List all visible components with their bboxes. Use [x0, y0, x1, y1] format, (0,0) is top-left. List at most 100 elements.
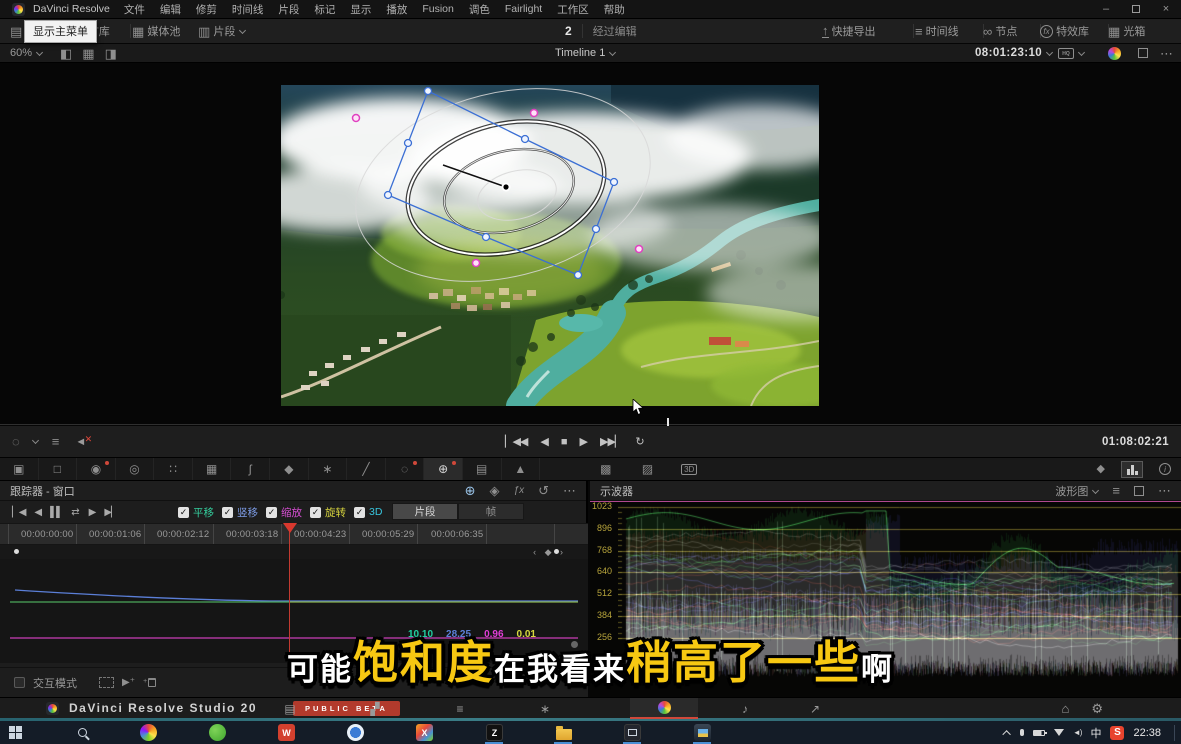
file-explorer-icon[interactable]: [555, 724, 572, 741]
page-media-button[interactable]: ▤: [275, 698, 305, 719]
record-timecode[interactable]: 01:08:02:21: [1102, 436, 1169, 448]
magic-mask-button[interactable]: ▤: [463, 458, 502, 480]
keyframe-track[interactable]: ‹ ◆ ›: [0, 545, 588, 559]
ime-indicator[interactable]: 中: [1090, 725, 1101, 741]
tracker-target-icon[interactable]: ⊕: [465, 484, 476, 497]
track-type-checkbox[interactable]: ✓ 竖移: [222, 505, 258, 520]
page-color-button[interactable]: [630, 698, 698, 719]
go-to-end-button[interactable]: ▶▶▏: [600, 435, 622, 448]
microphone-icon[interactable]: [1020, 729, 1024, 736]
proxy-quality-button[interactable]: HQ: [1058, 44, 1084, 62]
photo-viewer-icon[interactable]: [694, 724, 711, 741]
key-button[interactable]: ▩: [585, 458, 627, 480]
go-to-start-button[interactable]: ▏◀◀: [505, 435, 527, 448]
info-button[interactable]: i: [1159, 463, 1171, 475]
viewer-options-button[interactable]: ⋯: [1160, 44, 1173, 62]
scope-mode-select[interactable]: 波形图: [1055, 483, 1098, 499]
menu-item[interactable]: 工作区: [557, 2, 589, 17]
stop-button[interactable]: ■: [561, 436, 567, 448]
menu-item[interactable]: 时间线: [232, 2, 264, 17]
wechat-app-icon[interactable]: [209, 724, 226, 741]
curves-button[interactable]: ʃ: [231, 458, 270, 480]
page-fairlight-button[interactable]: ♪: [730, 698, 760, 719]
color-match-button[interactable]: □: [39, 458, 78, 480]
movies-app-icon[interactable]: [624, 724, 641, 741]
pause-button[interactable]: ▌▌: [50, 507, 62, 518]
qualifier-3d-button[interactable]: ∗: [309, 458, 348, 480]
clips-button[interactable]: ▥ 片段: [198, 19, 245, 43]
close-button[interactable]: ×: [1151, 0, 1181, 19]
power-window-preset-icon[interactable]: ◌: [12, 435, 20, 448]
keyframe-dot[interactable]: [14, 549, 19, 554]
more-icon[interactable]: ⋯: [1158, 484, 1171, 497]
page-cut-button[interactable]: ▞: [360, 698, 390, 719]
track-back-button[interactable]: ◀: [34, 507, 41, 518]
sizing-button[interactable]: ▨: [627, 458, 669, 480]
wifi-icon[interactable]: [1054, 729, 1064, 736]
expand-viewer-button[interactable]: [1138, 44, 1148, 62]
menu-item[interactable]: 编辑: [160, 2, 181, 17]
keyframes-button[interactable]: ◆: [1097, 464, 1105, 475]
track-to-end-button[interactable]: ▶▏: [104, 507, 117, 518]
rgb-mixer-button[interactable]: ∷: [154, 458, 193, 480]
scope-settings-icon[interactable]: ≡: [1112, 484, 1120, 497]
menu-item[interactable]: 标记: [314, 2, 335, 17]
menu-item[interactable]: Fairlight: [505, 3, 542, 15]
menu-item[interactable]: 显示: [350, 2, 371, 17]
page-edit-button[interactable]: ≡: [445, 698, 475, 719]
motion-effects-button[interactable]: ▦: [193, 458, 232, 480]
show-desktop-button[interactable]: [1174, 725, 1175, 741]
tab-clip[interactable]: 片段: [392, 503, 458, 520]
fx-tracker-icon[interactable]: ƒx: [514, 486, 525, 496]
wps-app-icon[interactable]: W: [278, 724, 295, 741]
more-icon[interactable]: ⋯: [563, 484, 576, 497]
video-frame[interactable]: [281, 85, 819, 406]
track-type-checkbox[interactable]: ✓ 旋转: [310, 505, 346, 520]
menu-item[interactable]: 帮助: [604, 2, 625, 17]
clip-timecode[interactable]: 08:01:23:10: [975, 44, 1052, 62]
photos-app-icon[interactable]: [140, 724, 157, 741]
picker-button[interactable]: ╱: [347, 458, 386, 480]
start-button[interactable]: [9, 726, 22, 739]
keyframe-nav[interactable]: ‹ ◆ ›: [533, 547, 566, 558]
menu-item[interactable]: 修剪: [196, 2, 217, 17]
track-bidirectional-button[interactable]: ⇄: [71, 507, 79, 518]
home-button[interactable]: ⌂: [1061, 701, 1069, 716]
expand-icon[interactable]: [1134, 486, 1144, 496]
mute-button[interactable]: ◄✕: [75, 436, 86, 448]
timeline-select[interactable]: Timeline 1: [555, 44, 615, 62]
xmind-app-icon[interactable]: X: [416, 724, 433, 741]
power-window-overlay[interactable]: [281, 85, 819, 406]
media-pool-button[interactable]: ▦ 媒体池: [132, 19, 180, 43]
browser-app-icon[interactable]: [347, 724, 364, 741]
insert-point-icon[interactable]: ▶⁺: [122, 678, 135, 688]
zoom-select[interactable]: 60%: [10, 44, 42, 62]
power-window-button[interactable]: ◌: [386, 458, 425, 480]
capture-app-icon[interactable]: Z: [486, 724, 503, 741]
timeline-view-button[interactable]: ≡ 时间线: [915, 19, 959, 43]
tray-expand-icon[interactable]: [1002, 730, 1010, 738]
single-viewer-icon[interactable]: ◧: [60, 47, 72, 60]
color-wheels-button[interactable]: ◉: [77, 458, 116, 480]
stereo-3d-button[interactable]: 3D: [668, 458, 710, 480]
page-deliver-button[interactable]: ↗: [800, 698, 830, 719]
loop-button[interactable]: ↻: [635, 435, 644, 448]
quick-export-button[interactable]: ↑ 快捷导出: [822, 19, 876, 43]
track-type-checkbox[interactable]: ✓ 3D: [354, 506, 382, 518]
blur-button[interactable]: ▲: [502, 458, 541, 480]
tracker-playhead[interactable]: [283, 523, 297, 533]
play-button[interactable]: ▶: [580, 435, 587, 448]
track-to-start-button[interactable]: ▏◀: [12, 507, 25, 518]
step-back-button[interactable]: ◀: [540, 435, 547, 448]
hdr-wheels-button[interactable]: ◎: [116, 458, 155, 480]
track-forward-button[interactable]: ▶: [89, 507, 96, 518]
gallery-button[interactable]: ▤: [10, 19, 22, 43]
camera-raw-button[interactable]: ▣: [0, 458, 39, 480]
grade-preview-button[interactable]: [1108, 44, 1121, 62]
app-logo-icon[interactable]: [12, 3, 25, 16]
maximize-button[interactable]: [1121, 0, 1151, 19]
interactive-mode-checkbox[interactable]: [14, 677, 25, 688]
clock[interactable]: 22:38: [1133, 727, 1161, 739]
menu-item[interactable]: Fusion: [422, 3, 454, 15]
qualifier-button[interactable]: ◆: [270, 458, 309, 480]
